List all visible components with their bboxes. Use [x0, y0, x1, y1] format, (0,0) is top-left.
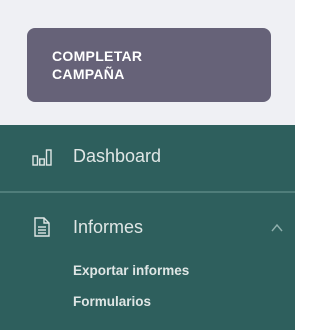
sidebar-item-dashboard[interactable]: Dashboard: [0, 125, 295, 191]
complete-campaign-label: COMPLETAR CAMPAÑA: [52, 48, 143, 82]
submenu-item-exportar-informes[interactable]: Exportar informes: [73, 263, 189, 278]
submenu-item-formularios[interactable]: Formularios: [73, 294, 151, 309]
top-area: COMPLETAR CAMPAÑA: [0, 0, 295, 125]
complete-campaign-button[interactable]: COMPLETAR CAMPAÑA: [27, 28, 271, 102]
document-icon: [34, 217, 50, 237]
divider: [0, 191, 295, 193]
sidebar-item-informes[interactable]: Informes: [0, 213, 295, 243]
chevron-up-icon[interactable]: [270, 221, 284, 235]
bar-chart-icon: [32, 149, 52, 166]
sidebar-item-label: Dashboard: [73, 146, 162, 166]
sidebar-item-label: Informes: [73, 217, 144, 237]
sidebar: Dashboard Informes Exportar informes For…: [0, 125, 295, 330]
